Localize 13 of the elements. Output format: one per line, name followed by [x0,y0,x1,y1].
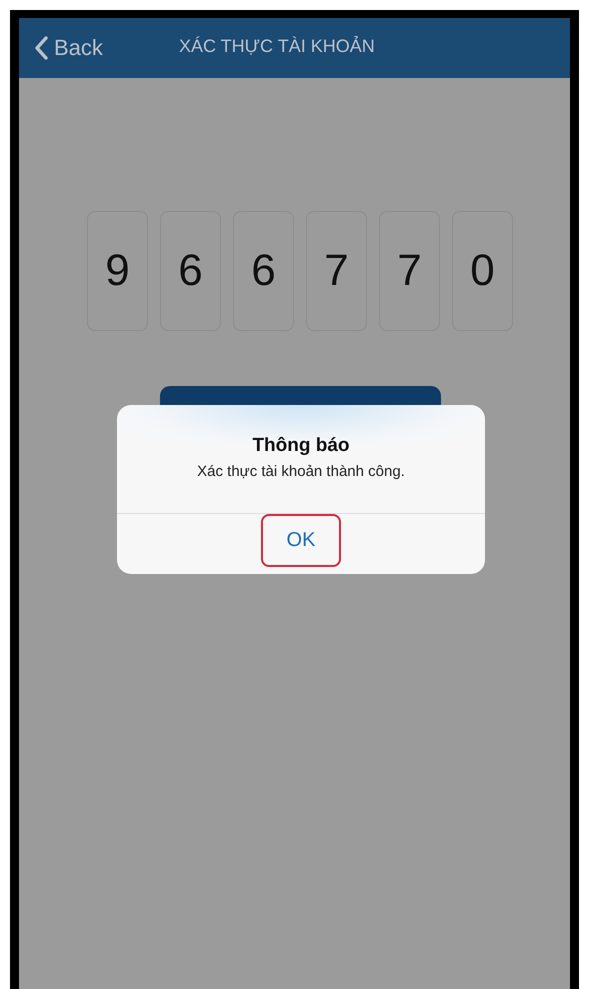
screen-title: XÁC THỰC TÀI KHOẢN [179,36,375,57]
code-digit-field[interactable]: 0 [452,211,513,331]
code-digit-field[interactable]: 6 [233,211,294,331]
alert-message: Xác thực tài khoản thành công. [197,463,405,480]
code-digit-field[interactable]: 7 [306,211,367,331]
code-digit-field[interactable]: 9 [87,211,148,331]
code-digit-field[interactable]: 6 [160,211,221,331]
code-digit-field[interactable]: 7 [379,211,440,331]
back-button[interactable]: Back [34,35,103,61]
confirm-button[interactable] [160,386,441,405]
alert-title: Thông báo [252,435,350,457]
chevron-left-icon [34,36,48,60]
ok-button[interactable]: OK [261,514,341,567]
